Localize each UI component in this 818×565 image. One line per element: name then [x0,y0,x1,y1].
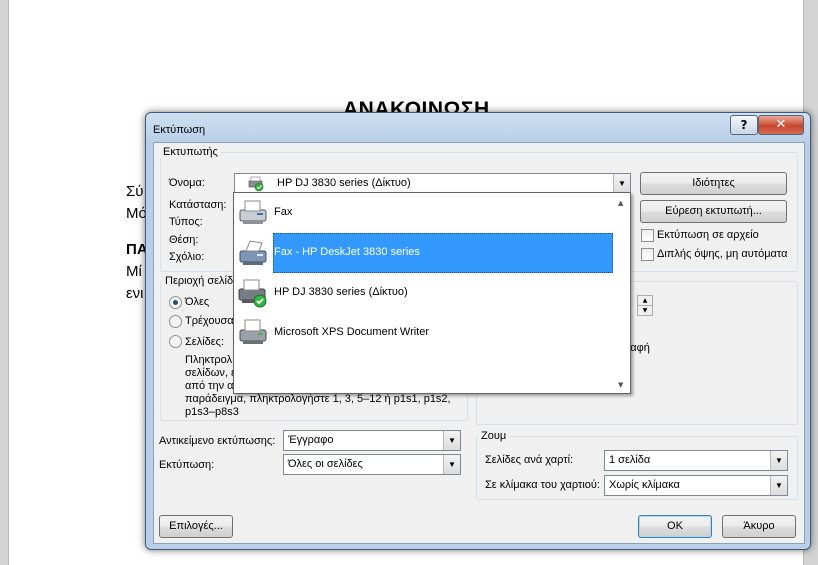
help-button[interactable]: ? [730,115,758,135]
scroll-up-icon[interactable]: ▲ [618,199,623,207]
dropdown-scrollbar[interactable]: ▲ ▼ [614,193,630,393]
scale-label: Σε κλίμακα του χαρτιού: [485,479,600,491]
close-button[interactable]: ✕ [758,115,804,135]
printer-option-selected[interactable]: Fax - HP DeskJet 3830 series [234,233,613,273]
pages-radio[interactable] [169,335,182,348]
fax-printer-icon [237,197,269,229]
pages-label: Σελίδες: [185,336,225,348]
printer-name-select[interactable]: HP DJ 3830 series (Δίκτυο) ▼ [234,173,631,194]
printer-option[interactable]: Microsoft XPS Document Writer [234,313,612,353]
manual-duplex-label: Διπλής όψης, μη αυτόματα [657,248,788,260]
chevron-down-icon[interactable]: ▼ [443,455,460,474]
find-printer-button[interactable]: Εύρεση εκτυπωτή... [640,200,787,223]
pages-per-sheet-value: 1 σελίδα [609,454,651,466]
printer-option[interactable]: HP DJ 3830 series (Δίκτυο) [234,273,612,313]
pages-per-sheet-select[interactable]: 1 σελίδα ▼ [604,450,788,471]
scroll-down-icon[interactable]: ▼ [618,381,623,389]
page-range-help-line: σελίδων, ε [185,367,236,379]
options-button[interactable]: Επιλογές... [159,515,233,538]
zoom-group-title: Ζουμ [478,430,510,442]
printer-name-label: Όνομα: [169,177,205,189]
comment-label: Σχόλιο: [169,251,205,263]
location-label: Θέση: [169,234,199,246]
print-select[interactable]: Όλες οι σελίδες ▼ [283,454,461,475]
default-printer-icon [237,277,269,309]
pages-per-sheet-label: Σελίδες ανά χαρτί: [485,454,574,466]
printer-dropdown-list[interactable]: Fax Fax - HP DeskJet 3830 series HP DJ 3… [233,192,631,394]
printer-name-value: HP DJ 3830 series (Δίκτυο) [277,177,411,189]
printer-icon [237,317,269,349]
copies-spin-down[interactable]: ▼ [637,305,653,316]
document-text-fragment: Μί [126,263,142,280]
print-what-select[interactable]: Έγγραφο ▼ [283,430,461,451]
printer-option-label: Microsoft XPS Document Writer [274,326,430,338]
document-text-fragment: Μό [126,205,147,222]
scale-select[interactable]: Χωρίς κλίμακα ▼ [604,475,788,496]
cancel-button[interactable]: Άκυρο [722,515,796,538]
document-text-fragment: Σύ [126,183,144,200]
printer-option-label: Fax - HP DeskJet 3830 series [274,246,420,258]
status-label: Κατάσταση: [169,199,227,211]
dialog-title: Εκτύπωση [153,124,206,136]
print-what-value: Έγγραφο [288,434,334,446]
page-range-title: Περιοχή σελίδ [162,275,237,287]
current-page-radio[interactable] [169,315,182,328]
page-range-help-line: p1s3–p8s3 [185,406,239,418]
scale-value: Χωρίς κλίμακα [609,479,680,491]
type-label: Τύπος: [169,216,203,228]
current-page-label: Τρέχουσα [185,315,234,327]
printer-option[interactable]: Fax [234,193,612,233]
page-range-help-line: από την α [185,380,234,392]
page-range-help-line: παράδειγμα, πληκτρολογήστε 1, 3, 5–12 ή … [185,393,451,405]
all-pages-radio[interactable] [169,296,182,309]
dialog-titlebar[interactable]: Εκτύπωση ? ✕ [146,113,810,143]
chevron-down-icon[interactable]: ▼ [613,174,630,193]
ok-button[interactable]: OK [638,515,712,538]
document-text-fragment: ενι [126,285,144,302]
page-range-help-line: Πληκτρολ [185,354,233,366]
properties-button[interactable]: Ιδιότητες [640,172,787,195]
manual-duplex-checkbox[interactable] [641,248,654,261]
printer-option-label: HP DJ 3830 series (Δίκτυο) [274,286,408,298]
print-to-file-label: Εκτύπωση σε αρχείο [657,229,759,241]
fax-printer-icon [237,237,269,269]
printer-group-title: Εκτυπωτής [160,146,221,158]
print-to-file-checkbox[interactable] [641,229,654,242]
printer-option-label: Fax [274,206,293,218]
print-what-label: Αντικείμενο εκτύπωσης: [159,435,276,447]
all-pages-label: Όλες [185,296,210,308]
chevron-down-icon[interactable]: ▼ [770,451,787,470]
print-label: Εκτύπωση: [159,459,215,471]
chevron-down-icon[interactable]: ▼ [770,476,787,495]
chevron-down-icon[interactable]: ▼ [443,431,460,450]
print-value: Όλες οι σελίδες [288,458,363,470]
